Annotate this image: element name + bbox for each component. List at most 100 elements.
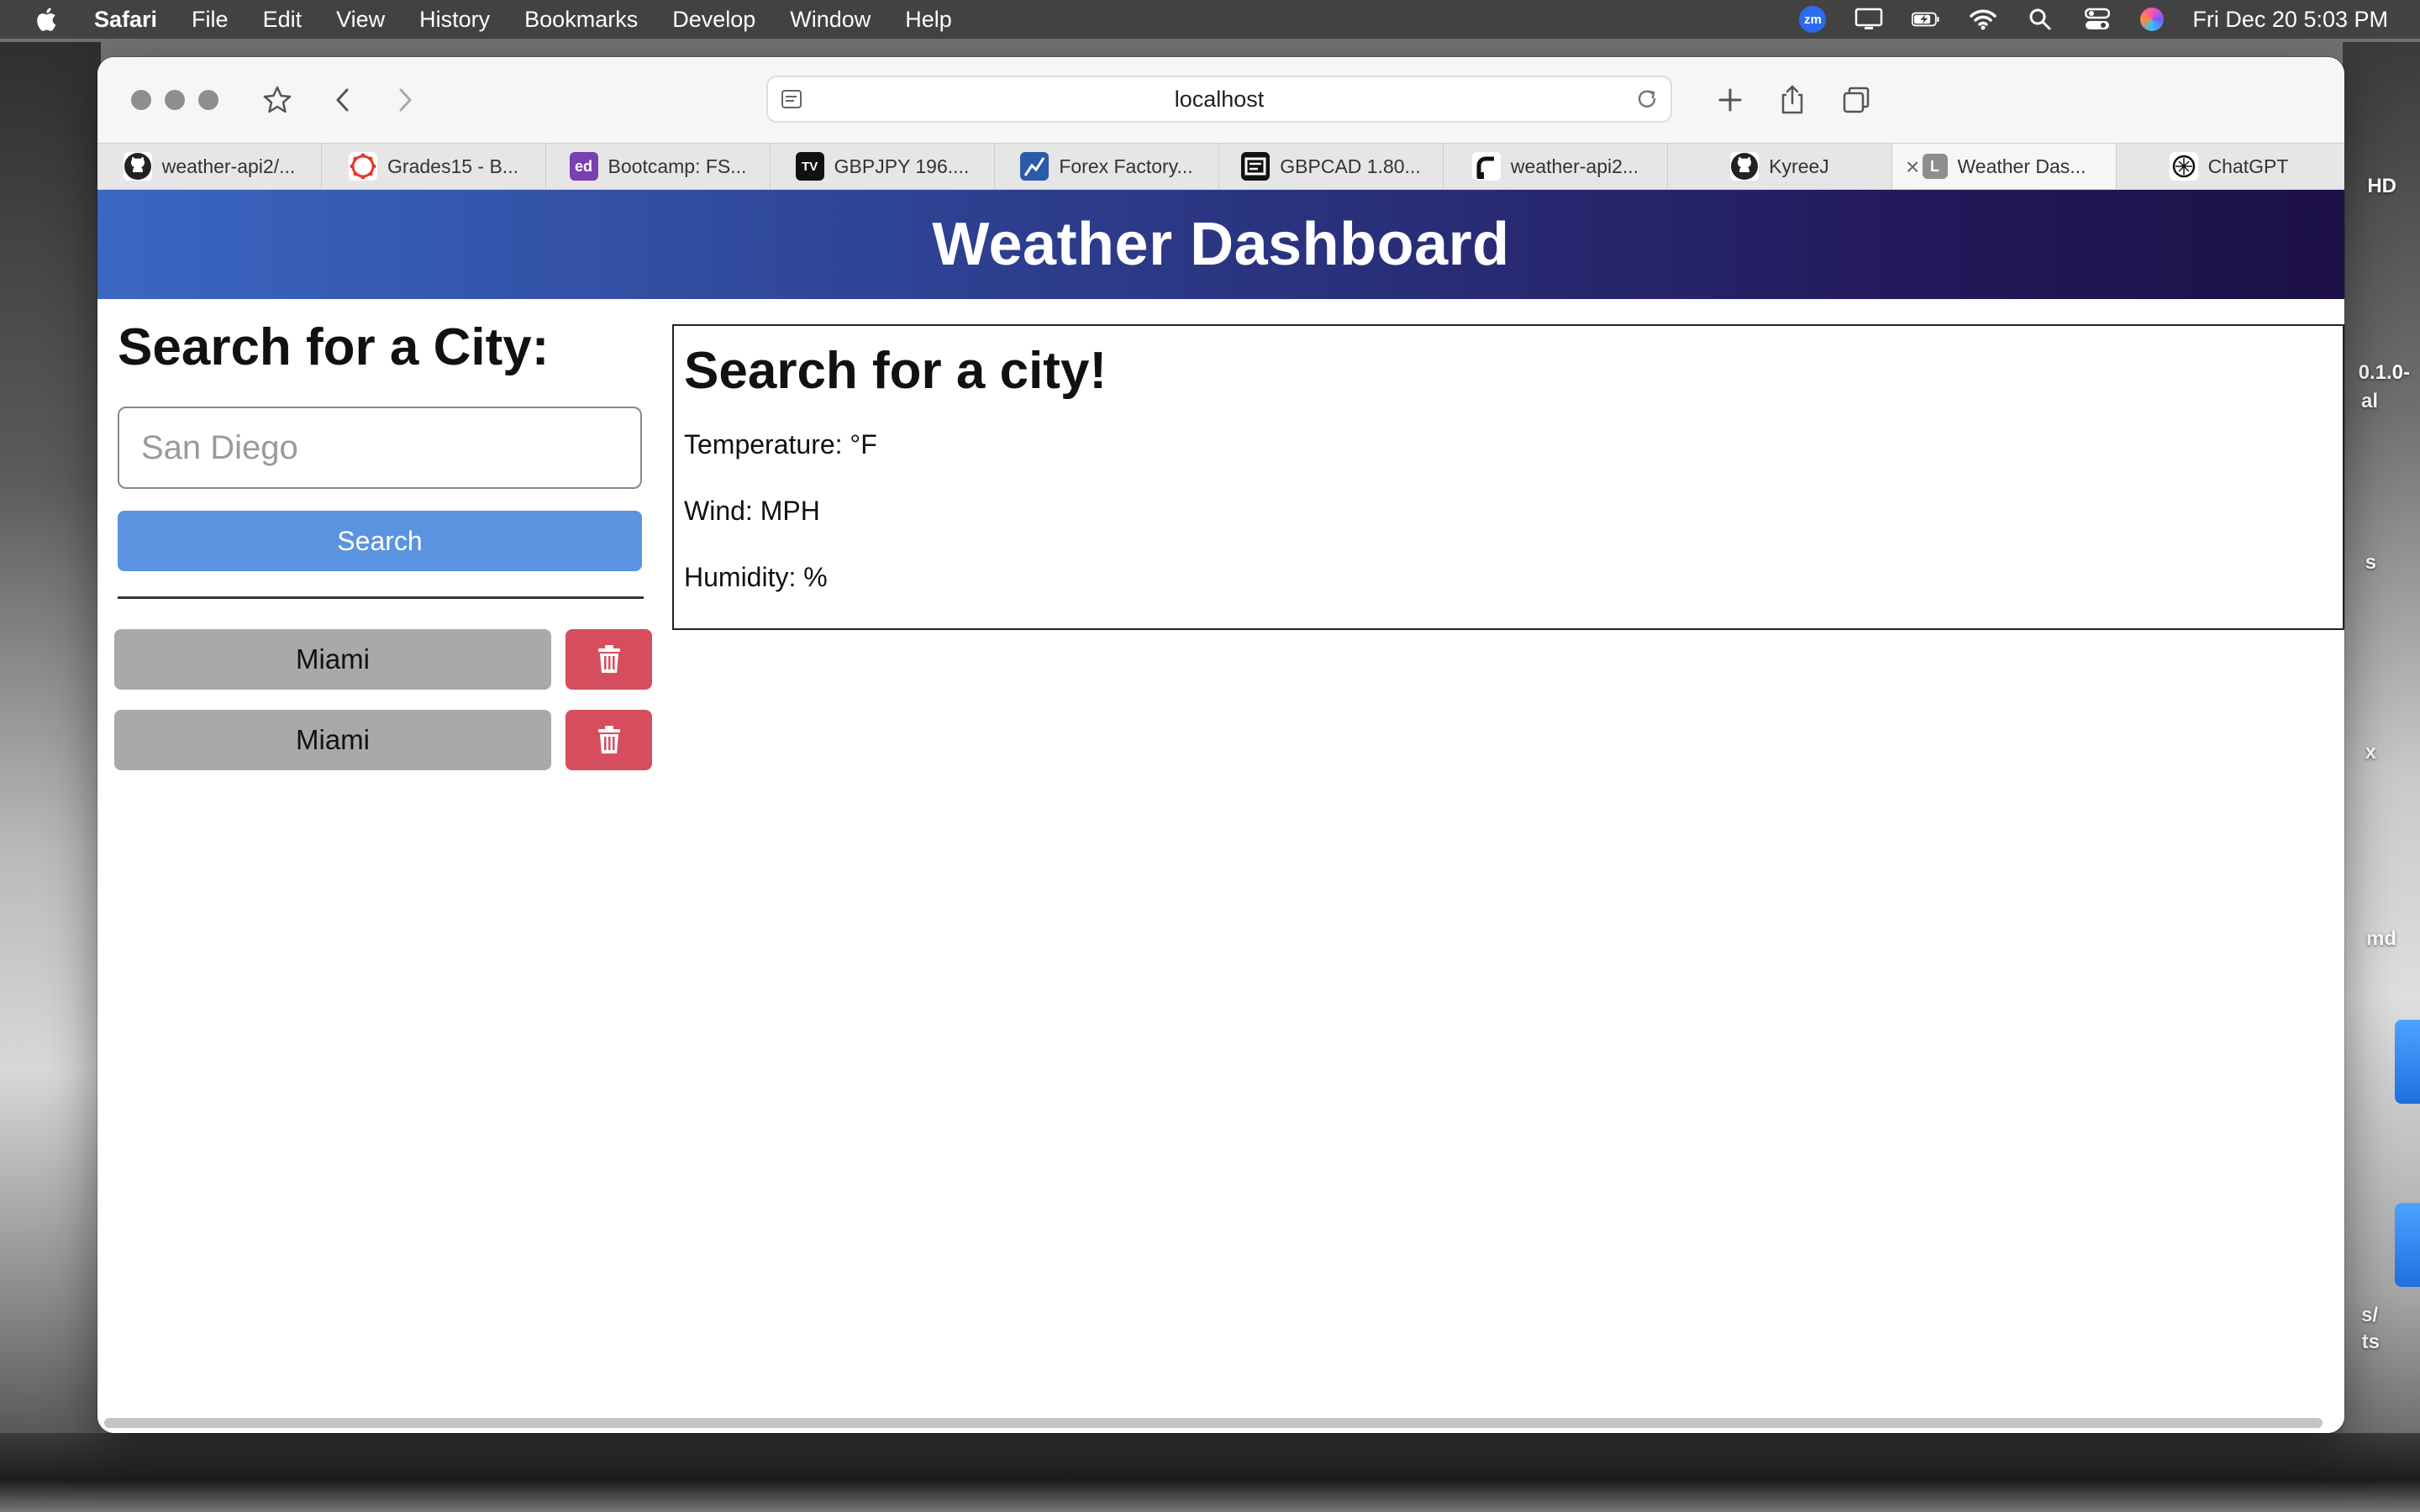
page-title: Weather Dashboard: [932, 211, 1510, 278]
desktop-wallpaper-bottom: [0, 1433, 2420, 1512]
desktop-wallpaper-left: [0, 42, 101, 1512]
tab-label: Weather Das...: [1957, 155, 2086, 177]
menu-help[interactable]: Help: [905, 7, 952, 33]
current-weather-card: Search for a city! Temperature: °F Wind:…: [672, 324, 2344, 630]
forward-arrow-icon[interactable]: [385, 81, 424, 119]
minimize-window-button[interactable]: [165, 90, 185, 110]
wind-text: Wind: MPH: [684, 496, 820, 526]
zoom-status-icon[interactable]: zm: [1799, 6, 1827, 33]
menu-app-safari[interactable]: Safari: [94, 7, 157, 33]
browser-toolbar: localhost: [97, 57, 2344, 143]
github-icon: [123, 152, 152, 181]
tab-label: weather-api2/...: [161, 155, 296, 177]
control-center-icon[interactable]: [2083, 8, 2112, 31]
tab-label: GBPCAD 1.80...: [1280, 155, 1421, 177]
desktop-label: x: [2365, 741, 2376, 764]
wifi-icon[interactable]: [1969, 8, 1997, 31]
zoom-window-button[interactable]: [198, 90, 218, 110]
humidity-text: Humidity: %: [684, 562, 828, 592]
close-window-button[interactable]: [131, 90, 151, 110]
menu-develop[interactable]: Develop: [672, 7, 755, 33]
menu-view[interactable]: View: [336, 7, 385, 33]
tab-kyreej[interactable]: KyreeJ: [1668, 144, 1892, 189]
tab-bar: weather-api2/... Grades15 - B... ed Boot…: [97, 143, 2344, 190]
history-item: Miami: [114, 710, 652, 770]
tab-label: GBPJPY 196....: [834, 155, 970, 177]
canvas-icon: [349, 152, 378, 181]
web-page: Weather Dashboard Search for a City: Sea…: [97, 190, 2344, 1433]
dashboard-header: Weather Dashboard: [97, 190, 2344, 299]
chart-icon: [1241, 152, 1270, 181]
tab-label: weather-api2...: [1510, 155, 1639, 177]
desktop-label: HD: [2367, 175, 2396, 197]
address-bar[interactable]: localhost: [766, 76, 1672, 123]
delete-history-button[interactable]: [566, 710, 652, 770]
tab-chatgpt[interactable]: ChatGPT: [2117, 144, 2341, 189]
search-heading: Search for a City:: [118, 318, 550, 376]
menu-file[interactable]: File: [192, 7, 229, 33]
menu-bar: Safari File Edit View History Bookmarks …: [0, 0, 2420, 39]
github-icon: [1730, 152, 1760, 181]
delete-history-button[interactable]: [566, 629, 652, 690]
window-controls: [131, 90, 218, 110]
tab-label: Bootcamp: FS...: [608, 155, 747, 177]
edstem-icon: ed: [569, 152, 598, 181]
trash-icon: [597, 645, 620, 673]
menu-edit[interactable]: Edit: [263, 7, 302, 33]
desktop-label: ts: [2361, 1331, 2380, 1353]
url-text[interactable]: localhost: [1175, 87, 1265, 113]
reload-icon[interactable]: [1634, 86, 1660, 113]
tab-gbpjpy[interactable]: TV GBPJPY 196....: [771, 144, 995, 189]
apple-logo-icon[interactable]: [34, 6, 57, 33]
bookmark-star-icon[interactable]: [258, 81, 297, 119]
page-letter-icon: L: [1922, 154, 1948, 179]
tab-forex-factory[interactable]: Forex Factory...: [995, 144, 1219, 189]
back-arrow-icon[interactable]: [324, 81, 363, 119]
desktop-file-icon[interactable]: [2395, 1020, 2420, 1104]
current-weather-heading: Search for a city!: [684, 342, 1107, 400]
chatgpt-icon: [2169, 152, 2198, 181]
tab-overview-icon[interactable]: [1837, 81, 1876, 119]
share-icon[interactable]: [1773, 81, 1812, 119]
tab-label: ChatGPT: [2207, 155, 2289, 177]
tab-grades15[interactable]: Grades15 - B...: [322, 144, 546, 189]
tab-bootcamp[interactable]: ed Bootcamp: FS...: [546, 144, 771, 189]
siri-icon[interactable]: [2140, 8, 2165, 31]
tab-weather-api2-render[interactable]: weather-api2...: [1444, 144, 1668, 189]
safari-window: localhost weather-api2/... Grades15 - B.…: [97, 57, 2344, 1433]
display-icon[interactable]: [1854, 8, 1883, 31]
tab-weather-dashboard[interactable]: × L Weather Das...: [1892, 144, 2117, 189]
desktop-label: s/: [2360, 1304, 2378, 1326]
spotlight-search-icon[interactable]: [2026, 8, 2054, 31]
render-icon: [1471, 152, 1501, 181]
battery-icon[interactable]: [1912, 8, 1940, 31]
desktop-label: md: [2366, 927, 2396, 950]
history-city-button[interactable]: Miami: [114, 710, 551, 770]
menu-bookmarks[interactable]: Bookmarks: [524, 7, 638, 33]
forexfactory-icon: [1020, 152, 1050, 181]
menubar-clock[interactable]: Fri Dec 20 5:03 PM: [2192, 7, 2388, 33]
tradingview-icon: TV: [795, 152, 824, 181]
trash-icon: [597, 726, 620, 753]
tab-label: KyreeJ: [1769, 155, 1829, 177]
desktop-label: 0.1.0-: [2358, 361, 2410, 384]
horizontal-scrollbar[interactable]: [104, 1418, 2323, 1428]
page-menu-icon[interactable]: [780, 87, 805, 113]
menu-window[interactable]: Window: [790, 7, 871, 33]
tab-label: Forex Factory...: [1059, 155, 1193, 177]
sidebar-divider: [118, 596, 644, 599]
menu-history[interactable]: History: [419, 7, 490, 33]
history-item: Miami: [114, 629, 652, 690]
history-city-button[interactable]: Miami: [114, 629, 551, 690]
tab-weather-api2-github[interactable]: weather-api2/...: [97, 144, 322, 189]
desktop-file-icon[interactable]: [2395, 1203, 2420, 1287]
new-tab-plus-icon[interactable]: [1711, 81, 1749, 119]
desktop-label: s: [2365, 551, 2376, 574]
desktop-label: al: [2360, 390, 2378, 412]
temperature-text: Temperature: °F: [684, 429, 877, 459]
city-search-input[interactable]: [118, 407, 642, 489]
tab-gbpcad[interactable]: GBPCAD 1.80...: [1219, 144, 1444, 189]
search-button[interactable]: Search: [118, 511, 642, 571]
close-tab-icon[interactable]: ×: [1906, 154, 1919, 181]
desktop-wallpaper-right: [2343, 42, 2420, 1512]
